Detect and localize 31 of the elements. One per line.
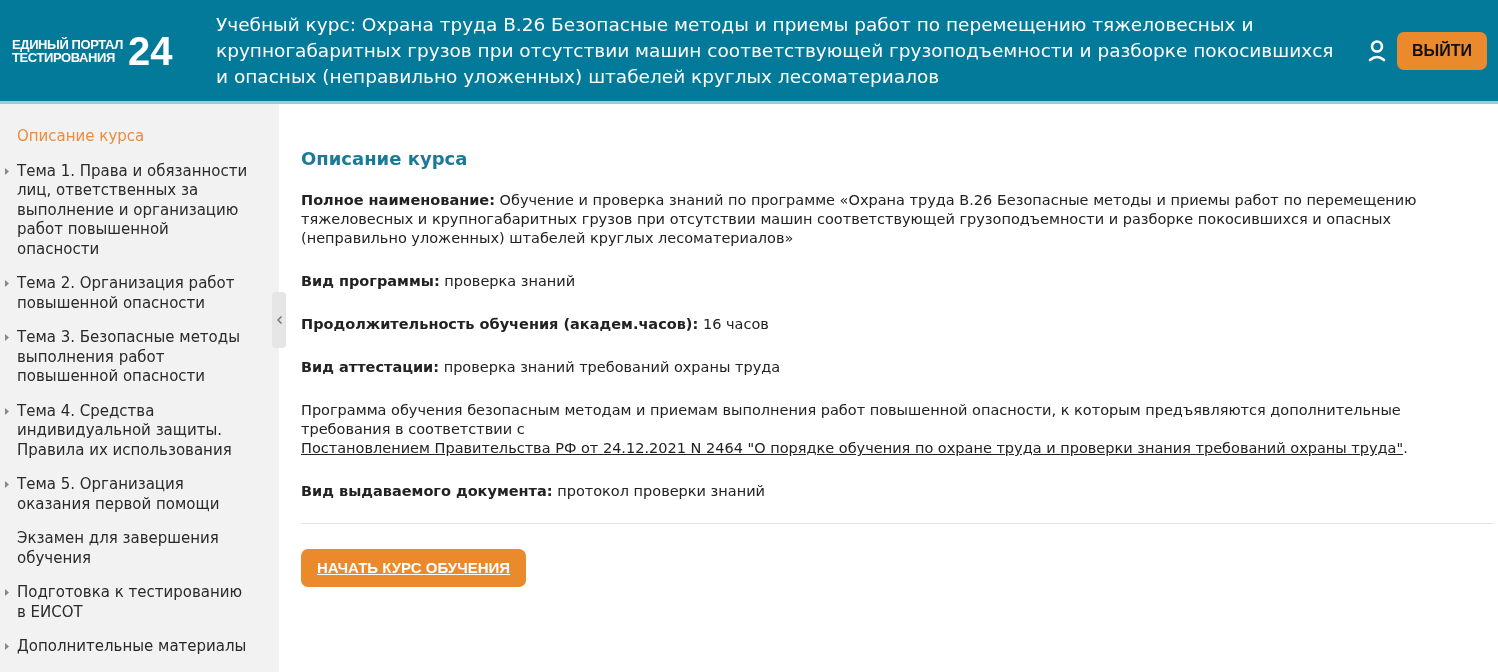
- regulation-link[interactable]: Постановлением Правительства РФ от 24.12.2021 N 2464 "О порядке обучения по охране труда и проверки знания требований охраны труда": [301, 440, 1404, 456]
- sidebar-item[interactable]: Экзамен для завершения обучения: [17, 529, 253, 568]
- caret-icon: [5, 280, 9, 287]
- field-text: Вид выдаваемого документа: протокол проверки знаний: [301, 482, 767, 501]
- caret-icon: [5, 407, 9, 415]
- sidebar-item[interactable]: Дополнительные материалы: [17, 637, 247, 657]
- sidebar-item[interactable]: Тема 1. Права и обязанности лиц, ответственных за выполнение и организацию работ повышенной опасности: [17, 161, 253, 259]
- paragraph-text: Программа обучения безопасным методам и приемам выполнения работ повышенной опасности, к которым предъявляются дополнительные требования в соответствии с Постановлением Правительства РФ от 24.12.2021 N 2464 "О порядке обучения по охране труда и проверки знания требований охраны труда".: [301, 401, 1409, 458]
- field-text: Вид программы: проверка знаний: [301, 272, 577, 291]
- caret-icon: [5, 643, 9, 650]
- caret-icon: [5, 334, 9, 341]
- sidebar-item[interactable]: Тема 2. Организация работ повышенной опасности: [17, 274, 253, 313]
- logout-button[interactable]: ВЫЙТИ: [1397, 31, 1487, 70]
- field-text: Продолжительность обучения (академ.часов): 16 часов: [301, 315, 770, 334]
- logo-number: 24: [127, 30, 173, 71]
- section-heading: Описание курса: [301, 148, 469, 170]
- field-text: Вид аттестации: проверка знаний требований охраны труда: [301, 358, 782, 377]
- collapse-handle[interactable]: [272, 292, 286, 348]
- caret-icon: [5, 167, 9, 175]
- caret-icon: [5, 481, 9, 488]
- sidebar-item[interactable]: Тема 3. Безопасные методы выполнения работ повышенной опасности: [17, 328, 253, 387]
- sidebar-item[interactable]: Тема 4. Средства индивидуальной защиты. Правила их использования: [17, 401, 253, 460]
- field-text: Полное наименование: Обучение и проверка знаний по программе «Охрана труда В.26 Безопасные методы и приемы работ по перемещению тяжеловесных и крупногабаритных грузов при отсутствии машин соответствующей грузоподъемности и разборке покосившихся и опасных (неправильно уложенных) штабелей круглых лесоматериалов»: [301, 191, 1418, 248]
- sidebar-item[interactable]: Подготовка к тестированию в ЕИСОТ: [17, 583, 253, 622]
- user-icon[interactable]: [1368, 39, 1386, 62]
- sidebar-item[interactable]: Тема 5. Организация оказания первой помощи: [17, 475, 253, 514]
- logo-text: ТЕСТИРОВАНИЯ: [12, 50, 116, 64]
- course-title: Учебный курс: Охрана труда В.26 Безопасные методы и приемы работ по перемещению тяжеловесных и крупногабаритных грузов при отсутствии машин соответствующей грузоподъемности и разборке покосившихся и опасных (неправильно уложенных) штабелей круглых лесоматериалов: [216, 12, 1335, 89]
- chevron-left-icon: [276, 316, 282, 324]
- caret-icon: [5, 589, 9, 596]
- logo-text: ЕДИНЫЙ ПОРТАЛ: [12, 37, 123, 51]
